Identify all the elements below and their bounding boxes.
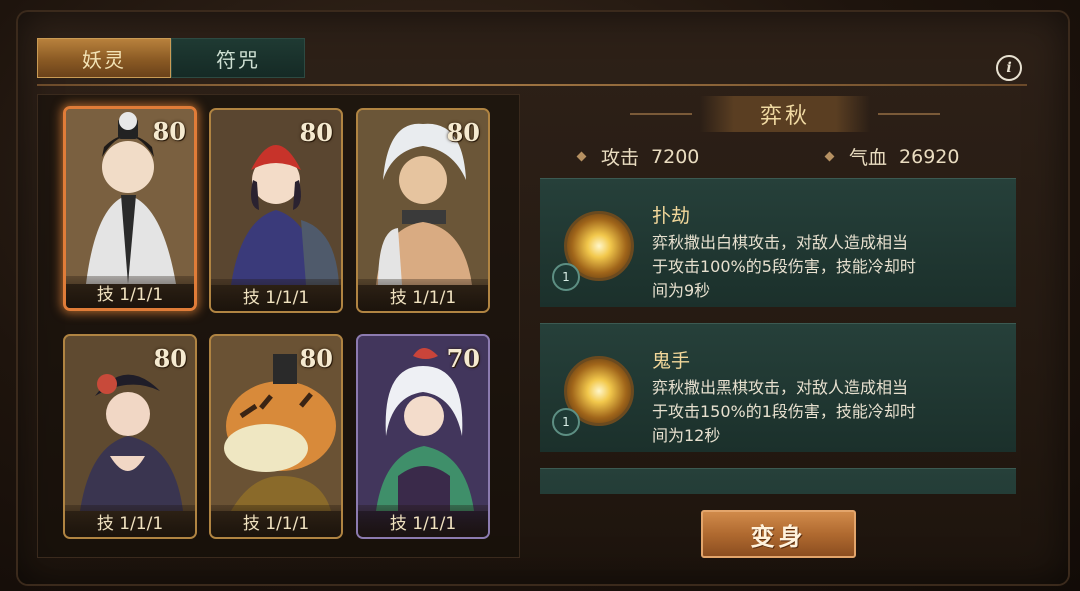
spirit-card[interactable]: 80 技 1/1/1 [63, 334, 197, 539]
attack-value: 7200 [651, 145, 700, 168]
card-skill-level: 技 1/1/1 [211, 279, 341, 311]
spirit-card[interactable]: 70 技 1/1/1 [356, 334, 490, 539]
skill-row[interactable]: 星罗 [540, 468, 1016, 494]
skill-name: 鬼手 [652, 350, 691, 372]
card-level: 70 [446, 344, 480, 373]
card-skill-level: 技 1/1/1 [66, 276, 194, 308]
spirit-card[interactable]: 80 技 1/1/1 [356, 108, 490, 313]
hp-label: 气血 [849, 147, 888, 169]
card-level: 80 [446, 118, 480, 147]
attack-stat: 攻击 7200 [576, 143, 700, 170]
tab-fuzhou[interactable]: 符咒 [171, 38, 305, 78]
card-level: 80 [299, 118, 333, 147]
card-skill-level: 技 1/1/1 [358, 505, 488, 537]
card-skill-level: 技 1/1/1 [358, 279, 488, 311]
title-decoration-left [629, 113, 692, 115]
spirit-card[interactable]: 80 技 1/1/1 [63, 106, 197, 311]
skill-level-badge: 1 [552, 263, 580, 291]
header-divider [37, 84, 1027, 86]
hp-value: 26920 [899, 145, 960, 168]
skill-description: 弈秋撒出黑棋攻击，对敌人造成相当于攻击150%的1段伤害，技能冷却时间为12秒 [652, 378, 916, 445]
diamond-icon [824, 151, 835, 162]
tab-yaoling[interactable]: 妖灵 [37, 38, 171, 78]
skill-row[interactable]: 1 鬼手 弈秋撒出黑棋攻击，对敌人造成相当于攻击150%的1段伤害，技能冷却时间… [540, 323, 1016, 452]
character-name: 弈秋 [699, 96, 870, 132]
hp-stat: 气血 26920 [824, 143, 960, 170]
diamond-icon [576, 151, 587, 162]
skill-description: 弈秋撒出白棋攻击，对敌人造成相当于攻击100%的5段伤害，技能冷却时间为9秒 [652, 233, 916, 300]
spirit-card[interactable]: 80 技 1/1/1 [209, 108, 343, 313]
skills-list[interactable]: 1 扑劫 弈秋撒出白棋攻击，对敌人造成相当于攻击100%的5段伤害，技能冷却时间… [540, 178, 1016, 494]
card-level: 80 [152, 117, 186, 146]
info-icon[interactable]: i [996, 55, 1022, 81]
character-title-bar: 弈秋 [540, 96, 1030, 132]
attack-label: 攻击 [601, 147, 640, 169]
skill-name: 扑劫 [652, 205, 691, 227]
card-level: 80 [153, 344, 187, 373]
transform-button[interactable]: 变身 [701, 510, 856, 558]
skill-row[interactable]: 1 扑劫 弈秋撒出白棋攻击，对敌人造成相当于攻击100%的5段伤害，技能冷却时间… [540, 178, 1016, 307]
spirit-card[interactable]: 80 技 1/1/1 [209, 334, 343, 539]
skill-level-badge: 1 [552, 408, 580, 436]
card-skill-level: 技 1/1/1 [65, 505, 195, 537]
card-level: 80 [299, 344, 333, 373]
card-skill-level: 技 1/1/1 [211, 505, 341, 537]
skill-name: 星罗 [652, 491, 690, 494]
title-decoration-right [878, 113, 940, 115]
